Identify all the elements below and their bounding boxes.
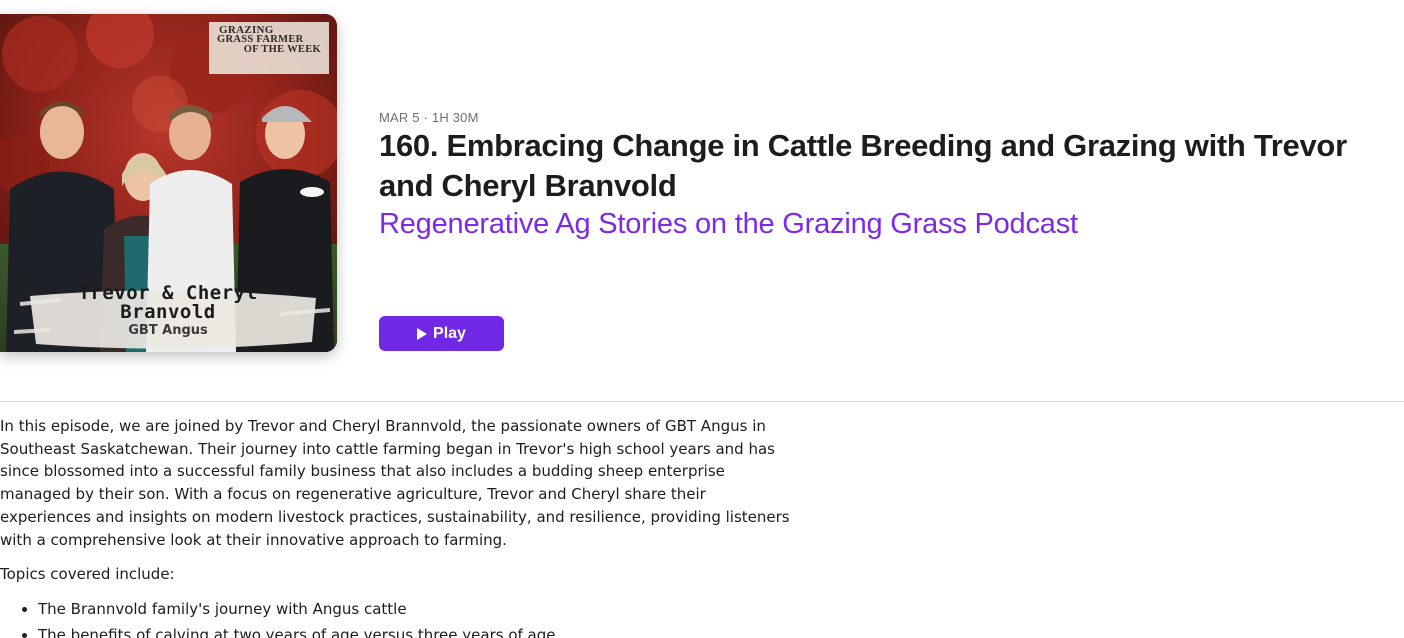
topics-list: The Brannvold family's journey with Angu…	[0, 598, 790, 638]
artwork-caption: Trevor & Cheryl Branvold GBT Angus	[28, 284, 308, 348]
artwork-farm-name: GBT Angus	[128, 323, 208, 338]
topic-item: The Brannvold family's journey with Angu…	[38, 598, 790, 621]
grazing-grass-farmer-badge: Grazing Grass Farmer of the Week	[209, 22, 329, 74]
episode-meta: MAR 5 · 1H 30M	[379, 110, 479, 125]
episode-description: In this episode, we are joined by Trevor…	[0, 415, 790, 638]
episode-title: 160. Embracing Change in Cattle Breeding…	[379, 128, 1347, 203]
play-icon	[417, 327, 428, 340]
topics-heading: Topics covered include:	[0, 565, 175, 584]
play-button[interactable]: Play	[379, 316, 504, 351]
episode-page: Grazing Grass Farmer of the Week Trevor …	[0, 0, 1404, 638]
artwork-names-line-2: Branvold	[120, 301, 216, 323]
episode-artwork: Grazing Grass Farmer of the Week Trevor …	[0, 14, 337, 352]
show-link[interactable]: Regenerative Ag Stories on the Grazing G…	[379, 204, 1078, 244]
divider	[0, 401, 1404, 402]
play-button-label: Play	[433, 324, 466, 342]
badge-line-3: of the Week	[243, 44, 321, 55]
topic-item: The benefits of calving at two years of …	[38, 624, 790, 638]
description-paragraph: In this episode, we are joined by Trevor…	[0, 417, 790, 549]
